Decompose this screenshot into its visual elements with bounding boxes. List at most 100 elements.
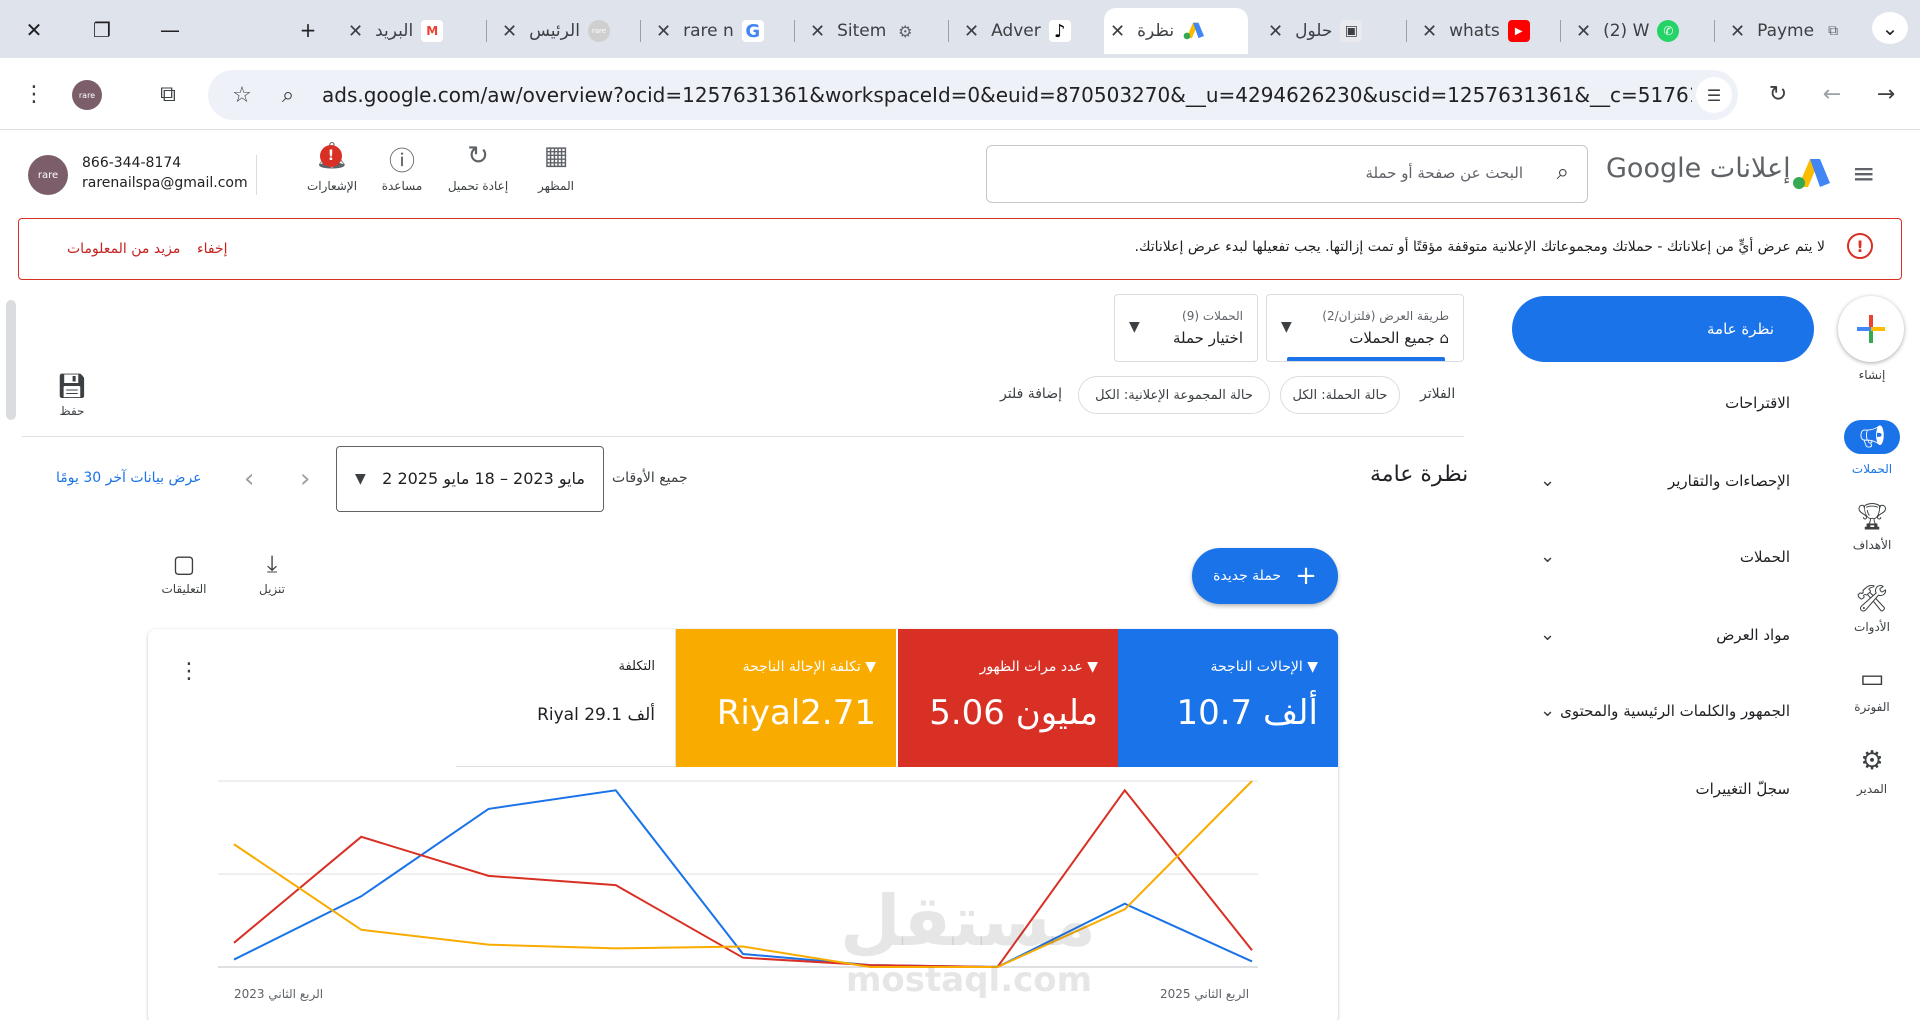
search-input[interactable]: البحث عن صفحة أو حملة ⌕: [986, 145, 1588, 203]
nav-campaigns[interactable]: الحملات: [1530, 542, 1790, 572]
bookmark-star-icon[interactable]: ☆: [224, 77, 260, 113]
tiktok-icon: ♪: [1048, 20, 1071, 42]
chevron-down-icon[interactable]: ⌄: [1540, 470, 1555, 491]
reload-button[interactable]: ↻ إعادة تحميل: [438, 141, 518, 194]
metric-cost[interactable]: التكلفة Riyal 29.1 ألف: [456, 629, 676, 767]
feedback-button[interactable]: ▢ التعليقات: [152, 550, 216, 597]
campaign-selector[interactable]: الحملات (9) اختيار حملة ▼: [1114, 294, 1258, 362]
browser-tab[interactable]: ✕ حلول ▣: [1262, 8, 1402, 54]
close-tab-icon[interactable]: ✕: [1268, 21, 1283, 42]
close-tab-icon[interactable]: ✕: [964, 21, 979, 42]
browser-tab[interactable]: ✕ whats ▶: [1416, 8, 1556, 54]
browser-tab[interactable]: ✕ rare n G: [650, 8, 790, 54]
url-text[interactable]: ads.google.com/aw/overview?ocid=12576313…: [322, 83, 1692, 107]
campaigns-rail-icon[interactable]: 📢︎: [1844, 420, 1900, 454]
browser-tab[interactable]: ✕ البريد M: [342, 8, 482, 54]
close-tab-icon[interactable]: ✕: [810, 21, 825, 42]
more-info-link[interactable]: مزيد من المعلومات: [67, 241, 180, 257]
extensions-icon[interactable]: ⧉: [150, 76, 186, 112]
rail-admin[interactable]: ⚙ المدير: [1836, 744, 1908, 797]
tab-title: Sitem: [837, 21, 887, 41]
metric-impressions[interactable]: ▼ عدد مرات الظهور 5.06 مليون: [898, 629, 1118, 767]
browser-tab-active[interactable]: ✕ نظرة: [1104, 8, 1248, 54]
scrollbar[interactable]: [6, 300, 16, 420]
account-phone: 866-344-8174: [82, 155, 182, 171]
date-range-picker[interactable]: 2 مايو 2023 – 18 مايو 2025 ▼: [336, 446, 604, 512]
nav-audiences[interactable]: الجمهور والكلمات الرئيسية والمحتوى: [1530, 696, 1790, 726]
close-tab-icon[interactable]: ✕: [1576, 21, 1591, 42]
site-settings-icon[interactable]: ☰: [1696, 77, 1732, 113]
browser-tab[interactable]: ✕ Sitem ⚙: [804, 8, 944, 54]
close-tab-icon[interactable]: ✕: [1422, 21, 1437, 42]
nav-change-history[interactable]: سجلّ التغييرات: [1530, 774, 1791, 804]
campaign-status-chip[interactable]: حالة الحملة: الكل: [1280, 376, 1400, 414]
solutions-icon: ▣: [1340, 20, 1363, 42]
nav-overview[interactable]: نظرة عامة: [1512, 296, 1814, 362]
tab-search-chevron-icon[interactable]: ⌄: [1872, 12, 1908, 44]
line-chart: [218, 780, 1258, 969]
restore-window-icon[interactable]: ❐: [84, 14, 120, 46]
last-30-days-link[interactable]: عرض بيانات آخر 30 يومًا: [56, 470, 202, 486]
watermark-text: مستقل: [840, 880, 1097, 962]
profile-avatar[interactable]: rare: [72, 80, 102, 110]
tab-title: rare n: [683, 21, 734, 41]
back-arrow-icon[interactable]: ←: [1814, 76, 1850, 112]
tab-title: Adver: [991, 21, 1041, 41]
payment-icon: ⧉: [1828, 23, 1839, 39]
nav-recommendations[interactable]: الاقتراحات: [1530, 388, 1790, 418]
forward-arrow-icon[interactable]: →: [1868, 76, 1904, 112]
tab-title: حلول: [1295, 21, 1333, 41]
chevron-down-icon[interactable]: ⌄: [1540, 546, 1555, 567]
add-filter-button[interactable]: إضافة فلتر: [1000, 386, 1062, 402]
close-tab-icon[interactable]: ✕: [1110, 21, 1125, 42]
rail-campaigns[interactable]: الحملات: [1836, 458, 1908, 477]
google-ads-logo-icon[interactable]: [1790, 157, 1830, 191]
close-tab-icon[interactable]: ✕: [656, 21, 671, 42]
more-options-icon[interactable]: ⋮: [178, 659, 200, 684]
adgroup-status-chip[interactable]: حالة المجموعة الإعلانية: الكل: [1078, 376, 1270, 414]
metric-conversions[interactable]: ▼ الإحالات الناجحة 10.7 ألف: [1118, 629, 1338, 767]
save-button[interactable]: 💾︎ حفظ: [50, 372, 94, 419]
account-avatar[interactable]: rare: [28, 155, 68, 195]
chevron-down-icon[interactable]: ⌄: [1540, 700, 1555, 721]
browser-tab[interactable]: ✕ الرئيس rare: [496, 8, 636, 54]
close-tab-icon[interactable]: ✕: [348, 21, 363, 42]
google-ads-logo-text[interactable]: إعلانات Google: [1606, 153, 1791, 184]
plus-icon: +: [1295, 561, 1317, 591]
address-bar[interactable]: ☆ ⌕ ads.google.com/aw/overview?ocid=1257…: [208, 70, 1738, 120]
nav-assets[interactable]: مواد العرض: [1530, 620, 1790, 650]
chevron-down-icon[interactable]: ⌄: [1540, 624, 1555, 645]
site-search-icon[interactable]: ⌕: [270, 77, 306, 113]
appearance-button[interactable]: ▦ المظهر: [516, 141, 596, 194]
gear-icon: ⚙: [1860, 746, 1884, 776]
minimize-window-icon[interactable]: —: [152, 14, 188, 46]
new-tab-icon[interactable]: +: [290, 14, 326, 46]
notifications-button[interactable]: 🔔︎ ! الإشعارات: [292, 141, 372, 194]
close-window-icon[interactable]: ✕: [16, 14, 52, 46]
hamburger-menu-icon[interactable]: ≡: [1852, 157, 1875, 190]
download-button[interactable]: ⤓ تنزيل: [240, 550, 304, 597]
create-button[interactable]: [1838, 296, 1904, 362]
rail-goals[interactable]: 🏆︎ الأهداف: [1836, 500, 1908, 553]
close-tab-icon[interactable]: ✕: [1730, 21, 1745, 42]
reload-icon[interactable]: ↻: [1760, 76, 1796, 112]
tab-title: البريد: [375, 21, 414, 41]
nav-insights[interactable]: الإحصاءات والتقارير: [1530, 466, 1790, 496]
browser-tab[interactable]: ✕ Payme ⧉: [1724, 8, 1864, 54]
view-selector[interactable]: طريقة العرض (فلتزان/2) جميع الحملات ⌂ ▼: [1266, 294, 1464, 362]
browser-tab[interactable]: ✕ Adver ♪: [958, 8, 1098, 54]
hide-alert-link[interactable]: إخفاء: [197, 241, 227, 257]
help-button[interactable]: ⓘ مساعدة: [362, 141, 442, 194]
new-campaign-button[interactable]: حملة جديدة +: [1192, 548, 1338, 604]
dropdown-arrow-icon: ▼: [1281, 319, 1292, 335]
browser-menu-icon[interactable]: ⋮: [16, 76, 52, 112]
watermark-subtext: mostaql.com: [846, 960, 1093, 1000]
close-tab-icon[interactable]: ✕: [502, 21, 517, 42]
date-prev-icon[interactable]: ‹: [244, 464, 254, 494]
browser-tab[interactable]: ✕ (2) W ✆: [1570, 8, 1710, 54]
metric-cost-per-conversion[interactable]: ▼ تكلفة الإحالة الناجحة Riyal2.71: [676, 629, 896, 767]
rail-billing[interactable]: ▭ الفوترة: [1836, 662, 1908, 715]
date-next-icon[interactable]: ›: [300, 464, 310, 494]
sitemap-icon: ⚙: [898, 21, 913, 41]
rail-tools[interactable]: 🛠︎ الأدوات: [1836, 582, 1908, 635]
